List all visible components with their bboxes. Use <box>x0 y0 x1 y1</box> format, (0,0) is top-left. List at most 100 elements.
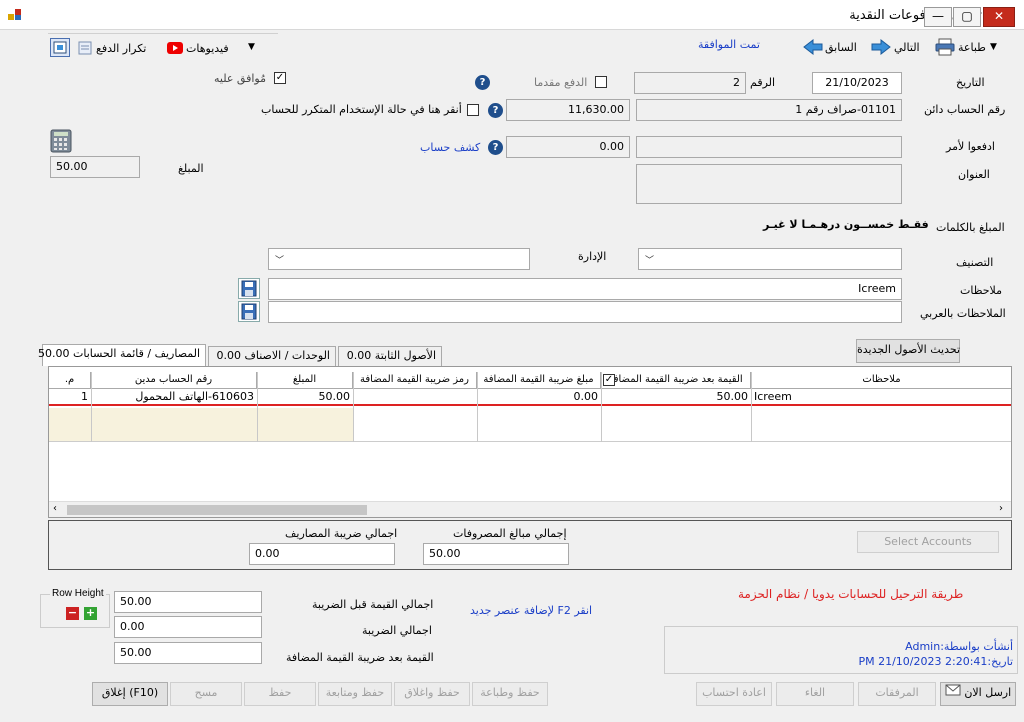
expenses-grid[interactable]: م. رقم الحساب مدين المبلغ رمز ضريبة القي… <box>48 366 1012 518</box>
previous-button-label[interactable]: السابق <box>825 41 857 54</box>
maximize-button[interactable]: ▢ <box>953 7 981 27</box>
help-icon[interactable]: ? <box>488 140 503 155</box>
close-button[interactable]: إغلاق (F10) <box>92 682 168 706</box>
expenses-tax-field: 0.00 <box>249 543 395 565</box>
horizontal-scrollbar[interactable]: ‹ › <box>49 501 1011 517</box>
number-field[interactable]: 2 <box>634 72 746 94</box>
scrollbar-thumb[interactable] <box>67 505 367 515</box>
title-bar: تعديل المدفوعات النقدية — ▢ ✕ <box>0 0 1024 30</box>
classification-dropdown[interactable]: ﹀ <box>638 248 902 270</box>
column-header-vat-code[interactable]: رمز ضريبة القيمة المضافة <box>353 372 477 389</box>
new-row[interactable] <box>49 408 1011 442</box>
scroll-left-icon[interactable]: ‹ <box>53 503 57 514</box>
column-header-debit-account[interactable]: رقم الحساب مدين <box>91 372 257 389</box>
cell-notes: Icreem <box>754 390 792 403</box>
statement-balance-field: 0.00 <box>506 136 630 158</box>
save-arabic-notes-button[interactable] <box>238 301 260 322</box>
youtube-icon[interactable] <box>167 42 183 54</box>
print-button-label[interactable]: طباعة <box>958 41 986 54</box>
classification-label: التصنيف <box>956 256 994 269</box>
before-tax-label: اجمالي القيمة قبل الضريبة <box>312 598 434 611</box>
printer-icon[interactable] <box>935 38 955 56</box>
recurring-account-label: أنقر هنا في حالة الإستخدام المتكرر للحسا… <box>261 103 462 116</box>
scroll-right-icon[interactable]: › <box>999 503 1003 514</box>
save-close-button[interactable]: حفظ واغلاق <box>394 682 470 706</box>
tax-total-field: 0.00 <box>114 616 262 638</box>
notes-field[interactable]: Icreem <box>268 278 902 300</box>
tab-value: 0.00 <box>346 349 372 362</box>
cell-row-no: 1 <box>81 390 88 403</box>
pay-to-field[interactable] <box>636 136 902 158</box>
created-by-text: أنشأت بواسطة:Admin <box>905 640 1013 653</box>
tab-label: المصاريف / قائمة الحسابات <box>73 347 200 360</box>
date-label: التاريخ <box>956 76 985 89</box>
help-icon[interactable]: ? <box>475 75 490 90</box>
approved-checkbox[interactable]: ✓ <box>274 72 286 84</box>
tab-units-items[interactable]: الوحدات / الاصناف 0.00 <box>208 346 336 366</box>
envelope-icon <box>945 683 961 703</box>
number-label: الرقم <box>750 76 776 89</box>
save-notes-button[interactable] <box>238 278 260 299</box>
cell-amount: 50.00 <box>318 390 351 403</box>
after-tax-label: القيمة بعد ضريبة القيمة المضافة <box>286 651 434 664</box>
approved-status: تمت الموافقة <box>698 38 760 51</box>
send-now-button[interactable]: ارسل الان <box>940 682 1016 706</box>
department-dropdown[interactable]: ﹀ <box>268 248 530 270</box>
recurring-account-checkbox[interactable] <box>467 104 479 116</box>
row-height-label: Row Height <box>50 588 106 599</box>
save-button[interactable]: حفظ <box>244 682 316 706</box>
layout-toggle-button[interactable] <box>50 38 70 57</box>
cell-after-vat: 50.00 <box>716 390 749 403</box>
next-arrow-icon[interactable] <box>871 39 891 55</box>
print-dropdown-arrow[interactable]: ▼ <box>990 42 997 52</box>
date-field[interactable]: 21/10/2023 <box>812 72 902 94</box>
window-layout-icon <box>53 41 67 54</box>
table-row[interactable]: 1 610603-الهاتف المحمول 50.00 0.00 50.00… <box>49 389 1011 406</box>
clear-button[interactable]: مسح <box>170 682 242 706</box>
minimize-button[interactable]: — <box>924 7 952 27</box>
repeat-icon[interactable] <box>78 41 92 55</box>
cell-debit-account: 610603-الهاتف المحمول <box>135 390 254 403</box>
save-continue-button[interactable]: حفظ ومتابعة <box>318 682 392 706</box>
column-header-vat-amount[interactable]: مبلغ ضريبة القيمة المضافة <box>477 372 601 389</box>
videos-button-label[interactable]: فيديوهات <box>186 42 229 55</box>
recalculate-button[interactable]: اعادة احتساب <box>696 682 772 706</box>
chevron-down-icon: ﹀ <box>645 256 655 266</box>
balance-field: 11,630.00 <box>506 99 630 121</box>
close-window-button[interactable]: ✕ <box>983 7 1015 27</box>
tab-expenses-accounts[interactable]: المصاريف / قائمة الحسابات 50.00 <box>38 344 206 366</box>
created-on-text: تاريخ:2:20:41 21/10/2023 PM <box>858 655 1013 668</box>
amount-words-value: فقـط خمســون درهـمـا لا غيـر <box>763 218 929 231</box>
account-statement-link[interactable]: كشف حساب <box>420 141 480 154</box>
repeat-payment-label[interactable]: تكرار الدفع <box>96 42 146 55</box>
decrease-row-height-button[interactable]: − <box>66 607 79 620</box>
advance-payment-checkbox[interactable] <box>595 76 607 88</box>
column-header-amount[interactable]: المبلغ <box>257 372 353 389</box>
previous-arrow-icon[interactable] <box>803 39 823 55</box>
after-vat-checkbox[interactable]: ✓ <box>603 374 615 386</box>
column-header-row-no[interactable]: م. <box>49 372 91 389</box>
floppy-disk-icon <box>241 280 257 297</box>
credit-account-field[interactable]: 01101-صراف رقم 1 <box>636 99 902 121</box>
update-new-assets-button[interactable]: تحديث الأصول الجديدة <box>856 339 960 363</box>
tab-fixed-assets[interactable]: الأصول الثابتة 0.00 <box>338 346 442 366</box>
attachments-button[interactable]: المرفقات <box>858 682 936 706</box>
help-icon[interactable]: ? <box>488 103 503 118</box>
videos-dropdown-arrow[interactable]: ▼ <box>248 42 255 52</box>
save-print-button[interactable]: حفظ وطباعة <box>472 682 548 706</box>
calculator-icon[interactable] <box>50 129 72 153</box>
increase-row-height-button[interactable]: + <box>84 607 97 620</box>
tax-total-label: اجمالي الضريبة <box>362 624 432 637</box>
address-field[interactable] <box>636 164 902 204</box>
expenses-total-field: 50.00 <box>423 543 569 565</box>
select-accounts-button[interactable]: Select Accounts <box>857 531 999 553</box>
cell-vat-amount: 0.00 <box>573 390 599 403</box>
floppy-disk-icon <box>241 303 257 320</box>
column-header-notes[interactable]: ملاحظات <box>751 372 1011 389</box>
column-header-after-vat[interactable]: القيمة بعد ضريبة القيمة المضافة ✓ <box>601 372 751 389</box>
arabic-notes-field[interactable] <box>268 301 902 323</box>
before-tax-field: 50.00 <box>114 591 262 613</box>
next-button-label[interactable]: التالي <box>894 41 920 54</box>
cell-vat-code <box>353 389 477 405</box>
cancel-button[interactable]: الغاء <box>776 682 854 706</box>
